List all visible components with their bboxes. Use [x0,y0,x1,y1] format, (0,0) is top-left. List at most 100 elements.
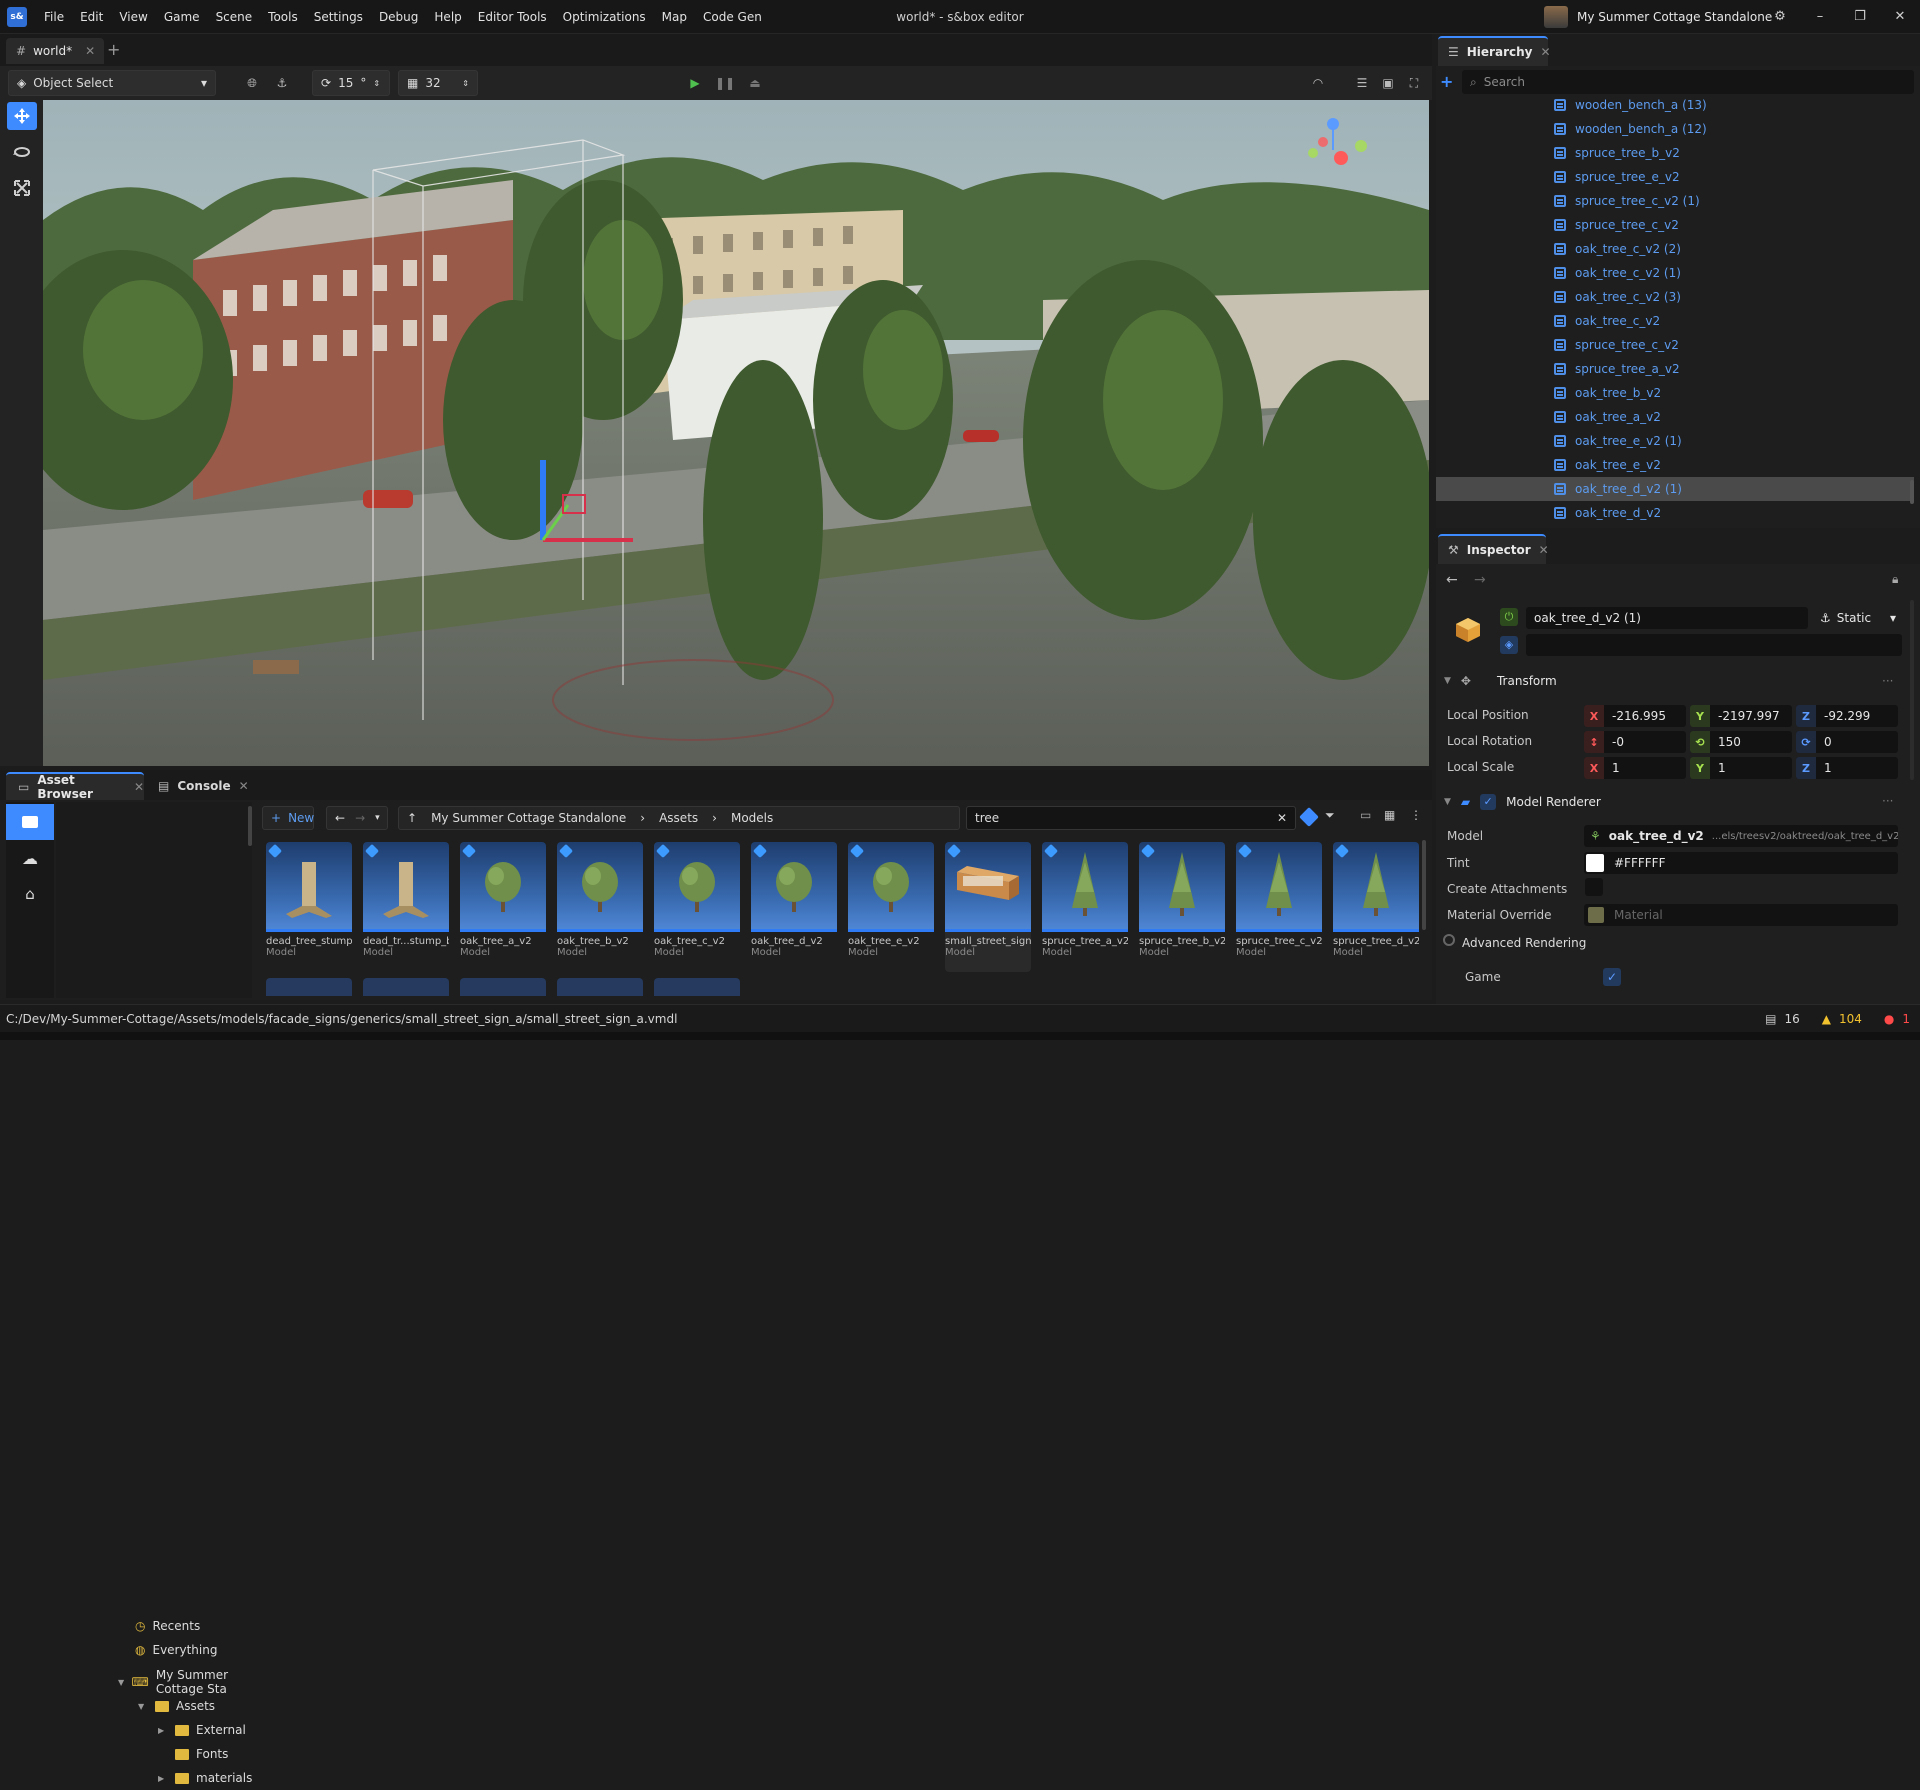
rotation-yaw-field[interactable]: ⟲ 150 [1690,731,1792,753]
chevron-down-icon[interactable]: ▼ [118,1678,125,1687]
stepper-icon[interactable]: ⇕ [462,79,469,88]
tab-hierarchy[interactable]: ☰ Hierarchy ✕ [1438,36,1551,66]
hierarchy-scrollbar[interactable] [1910,480,1914,504]
tree-item[interactable]: ◷ Recents [118,1614,200,1638]
menu-file[interactable]: File [36,10,72,24]
hierarchy-search-input[interactable]: ⌕ Search [1462,70,1914,94]
chevron-down-icon[interactable]: ▾ [375,813,380,823]
hierarchy-item[interactable]: oak_tree_c_v2 [1436,309,1914,333]
hierarchy-item[interactable]: oak_tree_c_v2 (1) [1436,261,1914,285]
collapse-icon[interactable] [1443,934,1455,946]
asset-card[interactable]: oak_tree_d_v2 Model [751,842,837,972]
position-z-field[interactable]: Z -92.299 [1796,705,1898,727]
tab-inspector[interactable]: ⚒ Inspector ✕ [1438,534,1549,564]
asset-grid-scrollbar[interactable] [1422,840,1426,930]
breadcrumb-assets[interactable]: Assets [659,811,698,825]
hierarchy-item[interactable]: oak_tree_e_v2 (1) [1436,429,1914,453]
material-override-field[interactable]: Material [1584,904,1898,926]
lock-icon[interactable]: 🔒︎ [1892,572,1898,587]
asset-card[interactable] [460,978,546,996]
project-switcher[interactable]: My Summer Cottage Standalone [1544,6,1772,28]
menu-map[interactable]: Map [654,10,695,24]
scale-z-field[interactable]: Z1 [1796,757,1898,779]
layout-icon[interactable]: ▣ [1376,70,1400,96]
hierarchy-item[interactable]: oak_tree_c_v2 (2) [1436,237,1914,261]
tab-world[interactable]: # world* ✕ [6,38,104,64]
add-tab-icon[interactable]: + [107,40,120,59]
asset-card[interactable] [654,978,740,996]
asset-card[interactable]: dead_tr...stump_b Model [363,842,449,972]
chevron-right-icon[interactable]: ▶ [158,1726,168,1735]
hierarchy-item[interactable]: spruce_tree_c_v2 [1436,213,1914,237]
rotate-tool-icon[interactable] [7,138,37,166]
breadcrumb-models[interactable]: Models [731,811,773,825]
menu-help[interactable]: Help [426,10,469,24]
asset-card[interactable]: spruce_tree_b_v2 Model [1139,842,1225,972]
tree-item[interactable]: ◍ Everything [118,1638,217,1662]
filter-icon[interactable]: ⏷ [1325,808,1335,823]
close-tab-icon[interactable]: ✕ [134,780,144,794]
up-arrow-icon[interactable]: ↑ [407,811,417,825]
tree-item[interactable]: ▼ Assets [138,1694,215,1718]
asset-card[interactable]: oak_tree_b_v2 Model [557,842,643,972]
grid-size-field[interactable]: ▦ 32 ⇕ [398,70,478,96]
menu-game[interactable]: Game [156,10,208,24]
eject-icon[interactable]: ⏏ [743,70,767,96]
advanced-rendering-label[interactable]: Advanced Rendering [1462,936,1586,950]
menu-editor-tools[interactable]: Editor Tools [470,10,555,24]
model-renderer-enabled-checkbox[interactable]: ✓ [1480,794,1497,810]
hierarchy-item[interactable]: spruce_tree_c_v2 [1436,333,1914,357]
asset-card[interactable]: oak_tree_e_v2 Model [848,842,934,972]
transform-header[interactable]: ▼ ✥ Transform [1444,674,1557,688]
asset-card[interactable]: oak_tree_a_v2 Model [460,842,546,972]
scale-x-field[interactable]: X1 [1584,757,1686,779]
stepper-icon[interactable]: ⇕ [373,79,380,88]
rotation-roll-field[interactable]: ⟳ 0 [1796,731,1898,753]
close-tab-icon[interactable]: ✕ [1539,543,1549,557]
game-checkbox[interactable]: ✓ [1603,968,1621,986]
hierarchy-item[interactable]: spruce_tree_a_v2 [1436,357,1914,381]
hierarchy-item[interactable]: oak_tree_b_v2 [1436,381,1914,405]
more-options-icon[interactable]: ⋮ [1410,808,1422,822]
error-icon[interactable]: ● [1884,1012,1894,1026]
hierarchy-item[interactable]: wooden_bench_a (13) [1436,93,1914,117]
hierarchy-item[interactable]: oak_tree_d_v2 [1436,501,1914,525]
menu-debug[interactable]: Debug [371,10,426,24]
tags-field[interactable] [1526,634,1902,656]
tab-console[interactable]: ▤ Console ✕ [148,772,249,800]
menu-code-gen[interactable]: Code Gen [695,10,770,24]
pause-icon[interactable]: ❚❚ [713,70,737,96]
position-y-field[interactable]: Y -2197.997 [1690,705,1792,727]
grid-view-icon[interactable]: ▦ [1384,808,1395,822]
hierarchy-item[interactable]: oak_tree_d_v2 (1) [1436,477,1914,501]
close-tab-icon[interactable]: ✕ [239,779,249,793]
scene-viewport[interactable] [43,100,1429,766]
asset-card[interactable]: spruce_tree_c_v2 Model [1236,842,1322,972]
chevron-right-icon[interactable]: ▶ [158,1774,168,1783]
more-icon[interactable]: ··· [1882,794,1893,808]
tint-swatch[interactable] [1586,854,1604,872]
asset-card[interactable]: spruce_tree_d_v2 Model [1333,842,1419,972]
close-icon[interactable]: ✕ [1891,8,1909,26]
close-tab-icon[interactable]: ✕ [1540,45,1550,59]
back-arrow-icon[interactable]: ← [335,811,345,825]
asset-card[interactable]: small_street_sign_aModel [945,842,1031,972]
tree-scrollbar[interactable] [248,806,252,846]
minimize-icon[interactable]: – [1811,8,1829,26]
local-folder-icon[interactable] [6,804,54,840]
tree-item[interactable]: ▼ ⌨ My Summer Cottage Sta [118,1668,252,1696]
model-field[interactable]: ⚘ oak_tree_d_v2 ...els/treesv2/oaktreed/… [1584,825,1898,847]
object-name-field[interactable]: oak_tree_d_v2 (1) [1526,607,1808,629]
message-icon[interactable]: ▤ [1765,1012,1776,1026]
create-attachments-checkbox[interactable] [1585,878,1603,896]
snap-surface-icon[interactable]: ⚓︎ [270,70,294,96]
asset-card[interactable]: spruce_tree_a_v2 Model [1042,842,1128,972]
scale-tool-icon[interactable] [7,174,37,202]
asset-card[interactable]: dead_tree_stump_aModel [266,842,352,972]
hierarchy-item[interactable]: spruce_tree_c_v2 (1) [1436,189,1914,213]
menu-view[interactable]: View [111,10,155,24]
add-object-icon[interactable]: + [1440,72,1453,91]
asset-card[interactable] [363,978,449,996]
inspector-scrollbar[interactable] [1910,600,1914,780]
fullscreen-icon[interactable]: ⛶ [1402,70,1426,96]
